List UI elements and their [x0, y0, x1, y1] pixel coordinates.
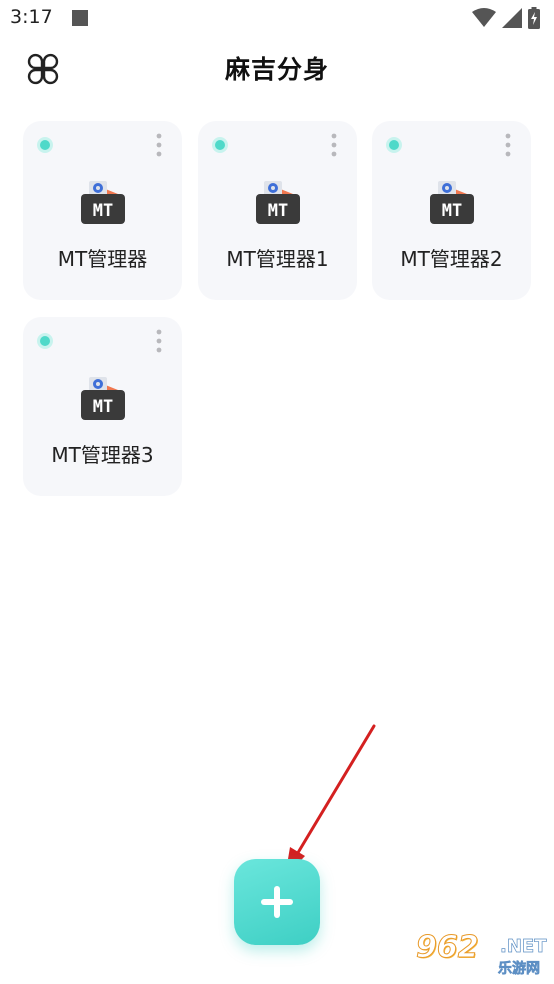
app-label: MT管理器 [57, 247, 148, 271]
plus-icon [261, 886, 293, 918]
app-label: MT管理器1 [226, 247, 329, 271]
app-label: MT管理器2 [400, 247, 503, 271]
watermark-net: .NET [500, 936, 547, 958]
status-dot [389, 140, 399, 150]
mt-manager-icon: MT [256, 181, 300, 224]
wifi-icon [472, 8, 496, 27]
app-header: 麻吉分身 [0, 36, 554, 100]
svg-text:MT: MT [268, 201, 288, 221]
status-bar: 3:17 [0, 0, 554, 36]
more-options-icon[interactable] [156, 329, 162, 353]
status-icons [472, 6, 540, 30]
app-card[interactable]: MT MT管理器2 [372, 121, 531, 300]
status-dot [40, 336, 50, 346]
mt-manager-icon: MT [81, 377, 125, 420]
status-time: 3:17 [10, 6, 53, 28]
svg-text:MT: MT [93, 397, 113, 417]
more-options-icon[interactable] [156, 133, 162, 157]
svg-text:MT: MT [442, 201, 462, 221]
app-card[interactable]: MT MT管理器1 [198, 121, 357, 300]
mt-manager-icon: MT [81, 181, 125, 224]
app-card[interactable]: MT MT管理器3 [23, 317, 182, 496]
watermark-main: 962 [416, 930, 480, 966]
notification-square-icon [72, 10, 88, 26]
app-label: MT管理器3 [51, 443, 154, 467]
app-card[interactable]: MT MT管理器 [23, 121, 182, 300]
svg-text:MT: MT [93, 201, 113, 221]
watermark-sub: 乐游网 [498, 961, 541, 978]
more-options-icon[interactable] [331, 133, 337, 157]
page-title: 麻吉分身 [224, 55, 329, 84]
status-dot [40, 140, 50, 150]
signal-icon [502, 8, 522, 28]
status-dot [215, 140, 225, 150]
add-app-button[interactable] [234, 859, 320, 945]
mt-manager-icon: MT [430, 181, 474, 224]
battery-charging-icon [528, 7, 540, 29]
more-options-icon[interactable] [505, 133, 511, 157]
watermark: 962 .NET 乐游网 [416, 930, 550, 980]
